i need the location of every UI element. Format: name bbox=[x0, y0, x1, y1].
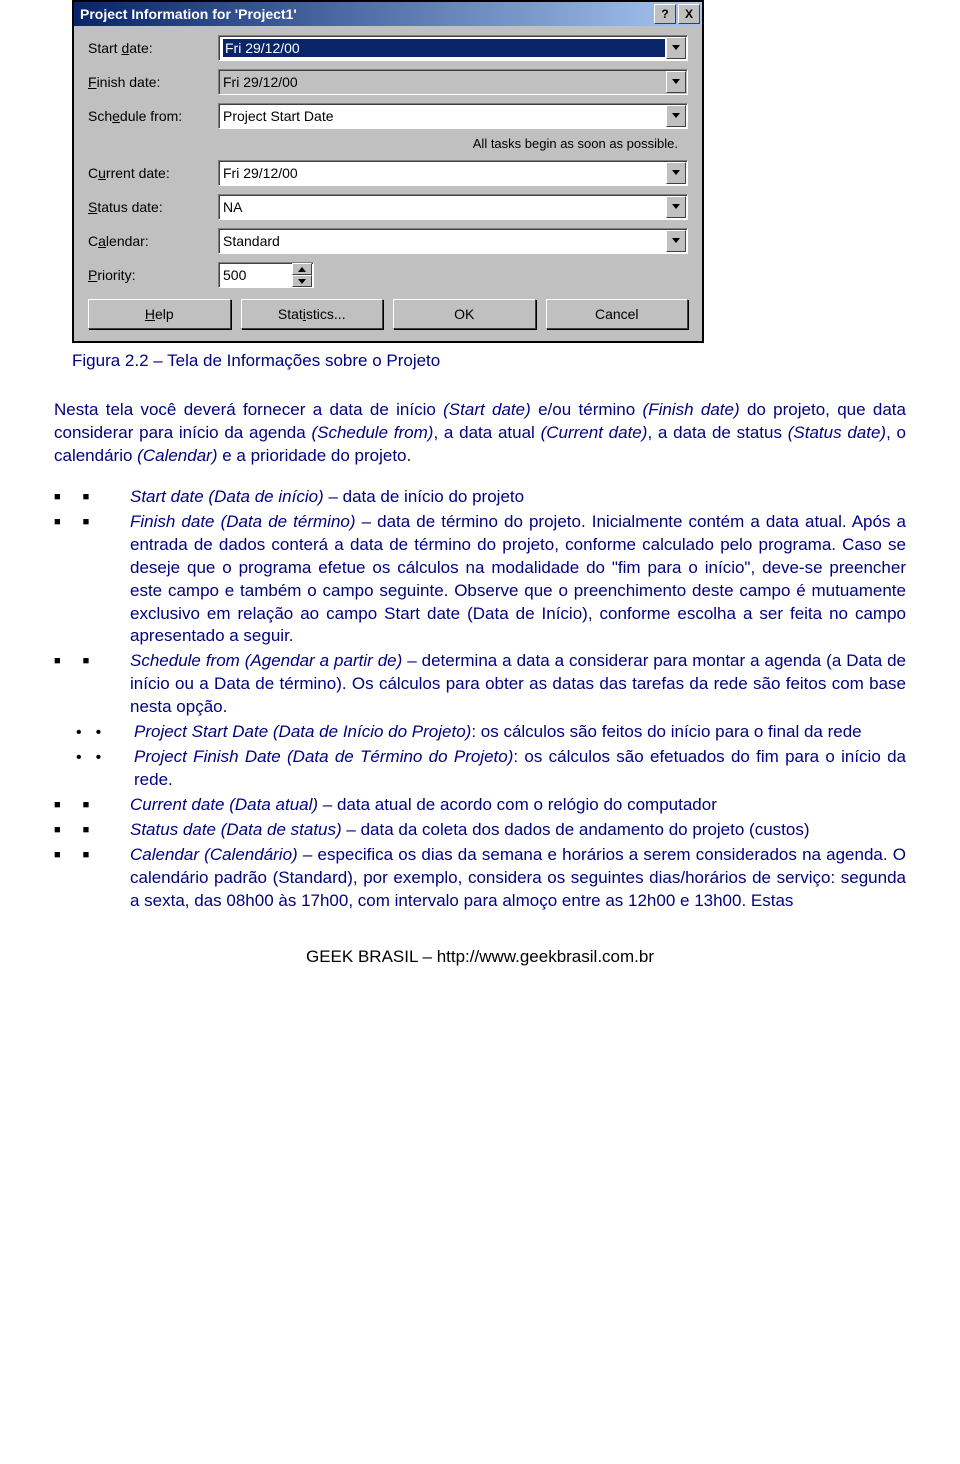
list-item-text: Project Start Date (Data de Início do Pr… bbox=[130, 721, 906, 744]
statistics-button[interactable]: Statistics... bbox=[241, 299, 384, 329]
calendar-field[interactable]: Standard bbox=[218, 228, 688, 254]
list-item: ■■Finish date (Data de término) – data d… bbox=[54, 511, 906, 649]
bullet-dot-icon: •• bbox=[76, 746, 130, 792]
intro-paragraph: Nesta tela você deverá fornecer a data d… bbox=[54, 399, 906, 468]
list-item: ■■Current date (Data atual) – data atual… bbox=[54, 794, 906, 817]
status-date-field[interactable]: NA bbox=[218, 194, 688, 220]
priority-label: Priority: bbox=[88, 267, 218, 283]
chevron-down-icon[interactable] bbox=[666, 162, 686, 184]
current-date-value: Fri 29/12/00 bbox=[223, 165, 665, 181]
list-item-text: Finish date (Data de término) – data de … bbox=[130, 511, 906, 649]
bullet-dot-icon: •• bbox=[76, 721, 130, 744]
status-date-label: Status date: bbox=[88, 199, 218, 215]
intro-text: Nesta tela você deverá fornecer a data d… bbox=[54, 400, 906, 465]
schedule-from-field[interactable]: Project Start Date bbox=[218, 103, 688, 129]
bullet-square-icon: ■■ bbox=[54, 486, 130, 509]
chevron-down-icon[interactable] bbox=[292, 275, 312, 287]
chevron-down-icon[interactable] bbox=[666, 196, 686, 218]
help-titlebar-button[interactable]: ? bbox=[654, 4, 676, 24]
calendar-value: Standard bbox=[223, 233, 665, 249]
list-item-text: Start date (Data de início) – data de in… bbox=[130, 486, 906, 509]
chevron-down-icon[interactable] bbox=[666, 230, 686, 252]
page-footer: GEEK BRASIL – http://www.geekbrasil.com.… bbox=[0, 947, 960, 967]
cancel-button[interactable]: Cancel bbox=[546, 299, 689, 329]
priority-spinner[interactable] bbox=[292, 263, 312, 287]
chevron-down-icon[interactable] bbox=[666, 37, 686, 59]
dialog-titlebar[interactable]: Project Information for 'Project1' ? X bbox=[74, 2, 702, 26]
list-item: ■■Schedule from (Agendar a partir de) – … bbox=[54, 650, 906, 719]
start-date-value: Fri 29/12/00 bbox=[223, 39, 665, 57]
chevron-down-icon[interactable] bbox=[666, 105, 686, 127]
finish-date-field[interactable]: Fri 29/12/00 bbox=[218, 69, 688, 95]
bullet-square-icon: ■■ bbox=[54, 794, 130, 817]
list-item: ••Project Start Date (Data de Início do … bbox=[76, 721, 906, 744]
list-item-text: Current date (Data atual) – data atual d… bbox=[130, 794, 906, 817]
status-date-value: NA bbox=[223, 199, 665, 215]
finish-date-label: Finish date: bbox=[88, 74, 218, 90]
chevron-down-icon[interactable] bbox=[666, 71, 686, 93]
bullet-square-icon: ■■ bbox=[54, 819, 130, 842]
figure-caption: Figura 2.2 – Tela de Informações sobre o… bbox=[72, 351, 960, 371]
bullet-square-icon: ■■ bbox=[54, 650, 130, 719]
start-date-label: Start date: bbox=[88, 40, 218, 56]
schedule-from-value: Project Start Date bbox=[223, 108, 665, 124]
list-item-text: Schedule from (Agendar a partir de) – de… bbox=[130, 650, 906, 719]
project-info-dialog: Project Information for 'Project1' ? X S… bbox=[72, 0, 704, 343]
priority-value: 500 bbox=[223, 267, 291, 283]
close-titlebar-button[interactable]: X bbox=[678, 4, 700, 24]
list-item-text: Calendar (Calendário) – especifica os di… bbox=[130, 844, 906, 913]
bullet-square-icon: ■■ bbox=[54, 511, 130, 649]
current-date-field[interactable]: Fri 29/12/00 bbox=[218, 160, 688, 186]
question-icon: ? bbox=[661, 8, 668, 20]
list-item-text: Project Finish Date (Data de Término do … bbox=[130, 746, 906, 792]
ok-button[interactable]: OK bbox=[393, 299, 536, 329]
close-icon: X bbox=[685, 8, 693, 20]
chevron-up-icon[interactable] bbox=[292, 263, 312, 275]
dialog-title: Project Information for 'Project1' bbox=[80, 6, 652, 22]
bullet-square-icon: ■■ bbox=[54, 844, 130, 913]
schedule-from-label: Schedule from: bbox=[88, 108, 218, 124]
current-date-label: Current date: bbox=[88, 165, 218, 181]
list-item: ■■Start date (Data de início) – data de … bbox=[54, 486, 906, 509]
schedule-hint: All tasks begin as soon as possible. bbox=[218, 136, 688, 151]
list-item: ••Project Finish Date (Data de Término d… bbox=[76, 746, 906, 792]
start-date-field[interactable]: Fri 29/12/00 bbox=[218, 35, 688, 61]
field-descriptions-list: ■■Start date (Data de início) – data de … bbox=[54, 486, 906, 913]
finish-date-value: Fri 29/12/00 bbox=[223, 74, 665, 90]
priority-field[interactable]: 500 bbox=[218, 262, 314, 288]
help-button[interactable]: Help bbox=[88, 299, 231, 329]
list-item-text: Status date (Data de status) – data da c… bbox=[130, 819, 906, 842]
dialog-body: Start date: Fri 29/12/00 Finish date: Fr… bbox=[74, 26, 702, 341]
list-item: ■■Calendar (Calendário) – especifica os … bbox=[54, 844, 906, 913]
list-item: ■■Status date (Data de status) – data da… bbox=[54, 819, 906, 842]
calendar-label: Calendar: bbox=[88, 233, 218, 249]
